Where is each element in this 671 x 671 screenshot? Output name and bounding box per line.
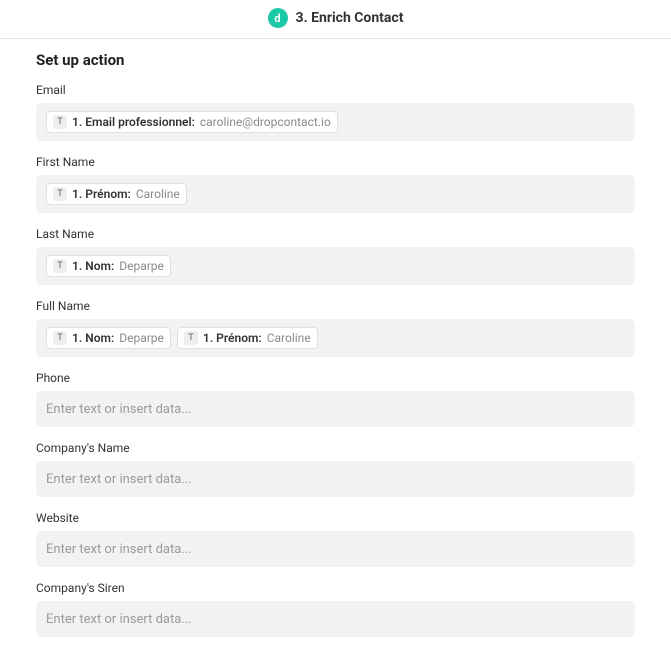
section-title: Set up action [36,51,635,69]
pill-value: Deparpe [119,331,164,345]
placeholder-text: Enter text or insert data... [46,472,192,487]
data-source-icon: T [53,187,67,201]
field-website: Website Enter text or insert data... [36,511,635,567]
placeholder-text: Enter text or insert data... [46,612,192,627]
field-label-phone: Phone [36,371,635,385]
field-company-siren: Company's Siren Enter text or insert dat… [36,581,635,637]
pill-full-name-2[interactable]: T 1. Prénom: Caroline [177,327,318,349]
input-website[interactable]: Enter text or insert data... [36,531,635,567]
field-label-company-name: Company's Name [36,441,635,455]
pill-value: Deparpe [119,259,164,273]
pill-value: Caroline [267,331,311,345]
field-label-company-siren: Company's Siren [36,581,635,595]
pill-label: 1. Nom: [72,331,114,345]
field-label-last-name: Last Name [36,227,635,241]
field-label-website: Website [36,511,635,525]
input-company-siren[interactable]: Enter text or insert data... [36,601,635,637]
pill-value: Caroline [136,187,180,201]
field-label-full-name: Full Name [36,299,635,313]
input-full-name[interactable]: T 1. Nom: Deparpe T 1. Prénom: Caroline [36,319,635,357]
field-email: Email T 1. Email professionnel: caroline… [36,83,635,141]
pill-label: 1. Nom: [72,259,114,273]
dropcontact-icon: d [268,8,288,28]
field-phone: Phone Enter text or insert data... [36,371,635,427]
input-phone[interactable]: Enter text or insert data... [36,391,635,427]
data-source-icon: T [53,115,67,129]
input-email[interactable]: T 1. Email professionnel: caroline@dropc… [36,103,635,141]
input-company-name[interactable]: Enter text or insert data... [36,461,635,497]
field-label-first-name: First Name [36,155,635,169]
pill-label: 1. Prénom: [72,187,131,201]
placeholder-text: Enter text or insert data... [46,542,192,557]
field-first-name: First Name T 1. Prénom: Caroline [36,155,635,213]
field-full-name: Full Name T 1. Nom: Deparpe T 1. Prénom:… [36,299,635,357]
pill-first-name-1[interactable]: T 1. Prénom: Caroline [46,183,187,205]
pill-last-name-1[interactable]: T 1. Nom: Deparpe [46,255,171,277]
placeholder-text: Enter text or insert data... [46,402,192,417]
pill-value: caroline@dropcontact.io [200,115,331,129]
pill-full-name-1[interactable]: T 1. Nom: Deparpe [46,327,171,349]
pill-email-1[interactable]: T 1. Email professionnel: caroline@dropc… [46,111,338,133]
step-title: 3. Enrich Contact [296,10,404,26]
action-setup-panel: Set up action Email T 1. Email professio… [0,39,671,671]
step-header: d 3. Enrich Contact [0,0,671,39]
field-company-name: Company's Name Enter text or insert data… [36,441,635,497]
data-source-icon: T [53,259,67,273]
data-source-icon: T [53,331,67,345]
data-source-icon: T [184,331,198,345]
input-first-name[interactable]: T 1. Prénom: Caroline [36,175,635,213]
pill-label: 1. Prénom: [203,331,262,345]
pill-label: 1. Email professionnel: [72,115,195,129]
input-last-name[interactable]: T 1. Nom: Deparpe [36,247,635,285]
field-label-email: Email [36,83,635,97]
field-last-name: Last Name T 1. Nom: Deparpe [36,227,635,285]
